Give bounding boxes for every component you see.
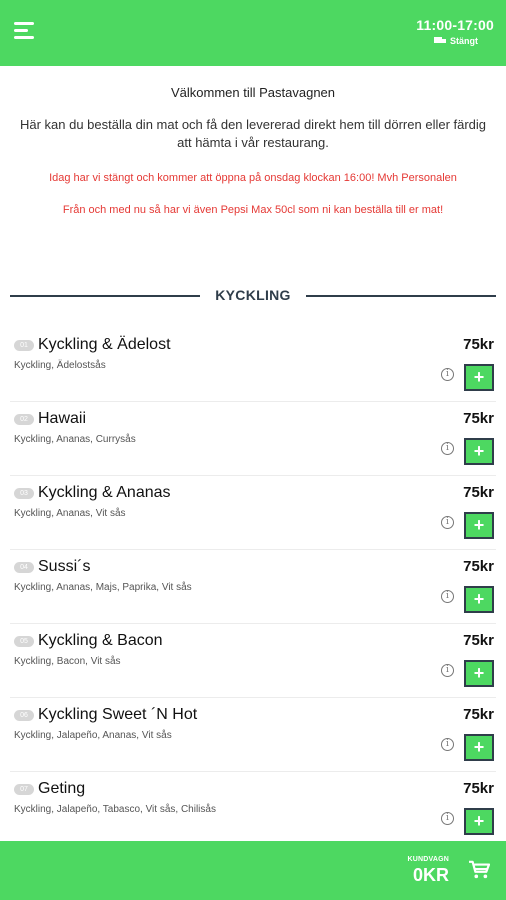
info-icon[interactable]: i (441, 812, 454, 825)
item-ingredients: Kyckling, Bacon, Vit sås (14, 656, 121, 667)
add-to-cart-button[interactable]: + (464, 808, 494, 835)
menu-item[interactable]: 04 Sussi´s Kyckling, Ananas, Majs, Papri… (10, 550, 496, 624)
intro-section: Välkommen till Pastavagnen Här kan du be… (0, 66, 506, 216)
item-name: Hawaii (38, 410, 87, 427)
add-to-cart-button[interactable]: + (464, 734, 494, 761)
item-number-badge: 03 (14, 488, 34, 499)
item-price: 75kr (463, 484, 494, 501)
item-number-badge: 05 (14, 636, 34, 647)
info-icon[interactable]: i (441, 516, 454, 529)
item-ingredients: Kyckling, Ananas, Vit sås (14, 508, 126, 519)
item-price: 75kr (463, 336, 494, 353)
item-name: Kyckling & Ananas (38, 484, 171, 501)
cart-total: 0KR (412, 865, 449, 885)
item-ingredients: Kyckling, Jalapeño, Tabasco, Vit sås, Ch… (14, 804, 216, 815)
item-name: Kyckling Sweet ´N Hot (38, 706, 198, 723)
item-ingredients: Kyckling, Ädelostsås (14, 360, 106, 371)
cart-bar[interactable]: KUNDVAGN 0KR (0, 841, 506, 900)
cart-label: KUNDVAGN (407, 856, 449, 863)
info-icon[interactable]: i (441, 590, 454, 603)
item-number-badge: 02 (14, 414, 34, 425)
item-number-badge: 04 (14, 562, 34, 573)
heading-divider-right (306, 295, 496, 297)
item-ingredients: Kyckling, Ananas, Majs, Paprika, Vit sås (14, 582, 192, 593)
add-to-cart-button[interactable]: + (464, 586, 494, 613)
menu-item[interactable]: 01 Kyckling & Ädelost Kyckling, Ädelosts… (10, 328, 496, 402)
welcome-heading: Välkommen till Pastavagnen (170, 85, 336, 100)
item-ingredients: Kyckling, Jalapeño, Ananas, Vit sås (14, 730, 172, 741)
item-price: 75kr (463, 780, 494, 797)
info-icon[interactable]: i (441, 442, 454, 455)
closed-notice: Idag har vi stängt och kommer att öppna … (49, 172, 457, 184)
add-to-cart-button[interactable]: + (464, 364, 494, 391)
shopping-cart-icon[interactable] (468, 860, 490, 880)
store-status: Stängt (416, 36, 478, 46)
intro-description: Här kan du beställa din mat och få den l… (19, 117, 487, 150)
item-name: Kyckling & Ädelost (38, 336, 171, 353)
add-to-cart-button[interactable]: + (464, 660, 494, 687)
menu-item[interactable]: 07 Geting Kyckling, Jalapeño, Tabasco, V… (10, 772, 496, 846)
opening-hours-time: 11:00-17:00 (416, 17, 494, 33)
menu-item[interactable]: 05 Kyckling & Bacon Kyckling, Bacon, Vit… (10, 624, 496, 698)
item-name: Kyckling & Bacon (38, 632, 163, 649)
menu-item[interactable]: 06 Kyckling Sweet ´N Hot Kyckling, Jalap… (10, 698, 496, 772)
info-icon[interactable]: i (441, 738, 454, 751)
info-icon[interactable]: i (441, 664, 454, 677)
item-number-badge: 07 (14, 784, 34, 795)
add-to-cart-button[interactable]: + (464, 438, 494, 465)
top-bar: 11:00-17:00 Stängt (0, 0, 506, 66)
item-number-badge: 06 (14, 710, 34, 721)
item-price: 75kr (463, 706, 494, 723)
item-ingredients: Kyckling, Ananas, Currysås (14, 434, 136, 445)
item-price: 75kr (463, 632, 494, 649)
menu-list: 01 Kyckling & Ädelost Kyckling, Ädelosts… (10, 328, 496, 846)
item-name: Sussi´s (38, 558, 91, 575)
item-name: Geting (38, 780, 86, 797)
opening-hours: 11:00-17:00 Stängt (416, 17, 494, 46)
item-price: 75kr (463, 410, 494, 427)
pepsi-notice: Från och med nu så har vi även Pepsi Max… (62, 204, 444, 216)
hamburger-menu-icon[interactable] (14, 22, 36, 42)
truck-icon (434, 36, 446, 46)
menu-item[interactable]: 03 Kyckling & Ananas Kyckling, Ananas, V… (10, 476, 496, 550)
item-price: 75kr (463, 558, 494, 575)
add-to-cart-button[interactable]: + (464, 512, 494, 539)
info-icon[interactable]: i (441, 368, 454, 381)
category-heading: KYCKLING (10, 286, 496, 306)
menu-item[interactable]: 02 Hawaii Kyckling, Ananas, Currysås 75k… (10, 402, 496, 476)
store-status-label: Stängt (450, 36, 478, 46)
item-number-badge: 01 (14, 340, 34, 351)
